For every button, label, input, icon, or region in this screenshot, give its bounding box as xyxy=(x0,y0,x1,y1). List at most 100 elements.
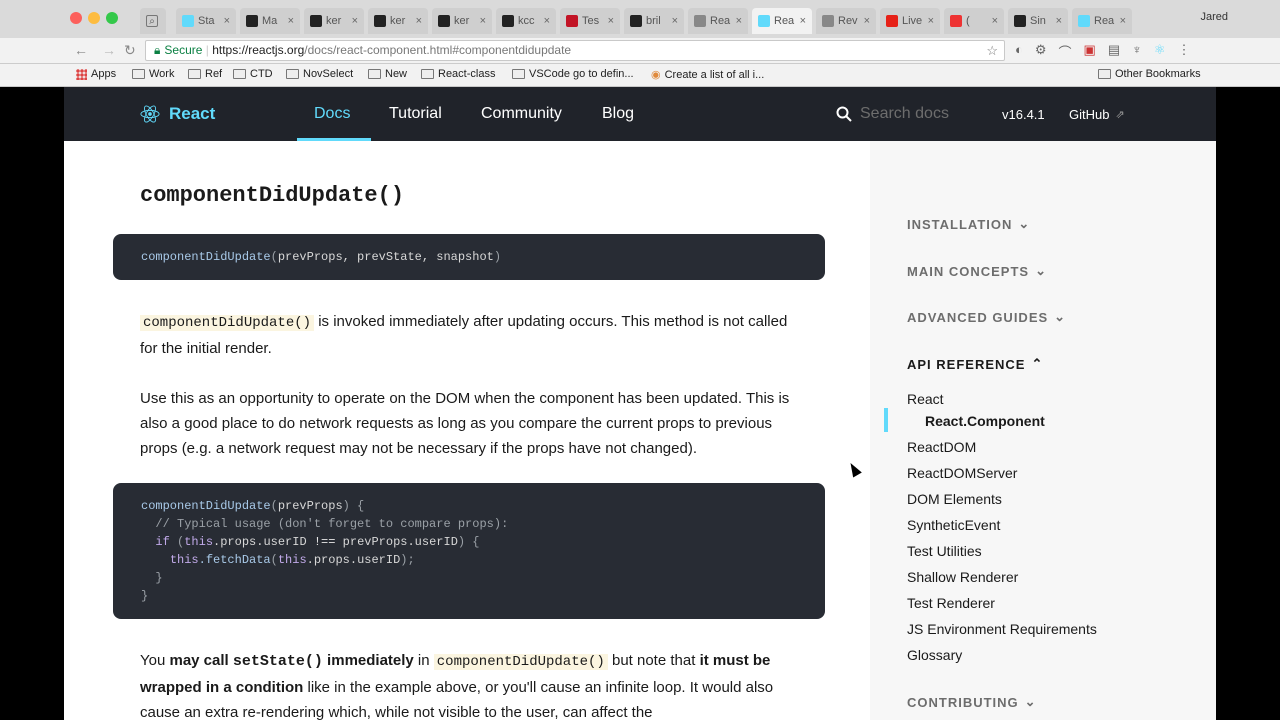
nav-blog[interactable]: Blog xyxy=(602,105,634,123)
docs-search[interactable]: Search docs xyxy=(836,105,949,123)
browser-tab[interactable]: ker × xyxy=(304,8,364,34)
sidebar-item-react[interactable]: React xyxy=(907,391,944,407)
browser-tab[interactable]: Rea × xyxy=(752,8,812,34)
sidebar-section-installation[interactable]: INSTALLATION ⌄ xyxy=(907,216,1030,232)
bookmark-item[interactable]: Ref xyxy=(188,68,222,80)
external-link-icon: ⇗ xyxy=(1115,109,1125,121)
minimize-window-icon[interactable] xyxy=(88,12,100,24)
browser-tab[interactable]: Rea × xyxy=(1072,8,1132,34)
reload-icon[interactable]: ↻ xyxy=(124,42,136,59)
bookmark-item[interactable]: New xyxy=(368,68,407,80)
back-icon[interactable]: ← xyxy=(74,42,88,58)
close-tab-icon[interactable]: × xyxy=(672,15,678,27)
bookmark-item[interactable]: ◉ Create a list of all i... xyxy=(651,68,765,82)
browser-tab[interactable]: ker × xyxy=(368,8,428,34)
tab-title: Ma xyxy=(262,15,278,27)
bookmark-item[interactable]: Work xyxy=(132,68,174,80)
nav-tutorial[interactable]: Tutorial xyxy=(389,105,442,123)
forward-icon[interactable]: → xyxy=(102,42,116,58)
browser-tab[interactable]: kcc × xyxy=(496,8,556,34)
sidebar-item-syntheticevent[interactable]: SyntheticEvent xyxy=(907,517,1000,533)
bookmark-label: Ref xyxy=(205,68,223,80)
menu-kebab-icon[interactable]: ⋮ xyxy=(1178,42,1191,61)
bookmark-label: React-class xyxy=(438,68,496,80)
code-arg: prevProps xyxy=(277,499,343,513)
address-bar[interactable]: 🔒︎ Secure | https://reactjs.org/docs/reac… xyxy=(145,40,1005,61)
close-tab-icon[interactable]: × xyxy=(480,15,486,27)
browser-tab[interactable]: bril × xyxy=(624,8,684,34)
sidebar-section-main-concepts[interactable]: MAIN CONCEPTS ⌄ xyxy=(907,263,1047,279)
jest-icon xyxy=(566,15,578,27)
sidebar-item-test-utilities[interactable]: Test Utilities xyxy=(907,543,982,559)
bookmark-label: CTD xyxy=(250,68,273,80)
close-tab-icon[interactable]: × xyxy=(224,15,230,27)
pocket-extension-icon[interactable]: ◐ xyxy=(1015,42,1023,61)
text: but note that xyxy=(607,652,700,669)
bookmark-item[interactable]: Apps xyxy=(76,68,116,80)
sidebar-item-test-renderer[interactable]: Test Renderer xyxy=(907,595,995,611)
close-tab-icon[interactable]: × xyxy=(544,15,550,27)
close-tab-icon[interactable]: × xyxy=(608,15,614,27)
shield-extension-icon[interactable]: ▣ xyxy=(1084,42,1096,61)
react-logo-link[interactable]: React xyxy=(140,104,215,124)
sidebar-item-shallow-renderer[interactable]: Shallow Renderer xyxy=(907,569,1018,585)
bookmark-item[interactable]: CTD xyxy=(233,68,273,80)
close-tab-icon[interactable]: × xyxy=(1056,15,1062,27)
tree-extension-icon[interactable]: ♆ xyxy=(1132,42,1142,61)
browser-tab[interactable]: Rea × xyxy=(688,8,748,34)
bookmark-star-icon[interactable]: ☆ xyxy=(986,41,998,60)
other-bookmarks[interactable]: Other Bookmarks xyxy=(1098,68,1201,80)
browser-tab[interactable]: Rev × xyxy=(816,8,876,34)
close-window-icon[interactable] xyxy=(70,12,82,24)
paragraph-2: Use this as an opportunity to operate on… xyxy=(140,390,790,457)
browser-tab[interactable]: Sin × xyxy=(1008,8,1068,34)
tab-title: ker xyxy=(454,15,470,27)
browser-tab[interactable]: ker × xyxy=(432,8,492,34)
nav-community[interactable]: Community xyxy=(481,105,562,123)
browser-tab[interactable]: (× xyxy=(944,8,1004,34)
close-tab-icon[interactable]: × xyxy=(800,15,806,27)
bookmark-item[interactable]: React-class xyxy=(421,68,495,80)
sidebar-item-dom-elements[interactable]: DOM Elements xyxy=(907,491,1002,507)
sidebar-item-js-environment[interactable]: JS Environment Requirements xyxy=(907,621,1097,637)
sidebar-section-api-reference[interactable]: API REFERENCE ⌃ xyxy=(907,356,1043,372)
github-link[interactable]: GitHub ⇗ xyxy=(1069,107,1125,122)
rainbow-extension-icon[interactable]: ⌒ xyxy=(1059,42,1072,61)
close-tab-icon[interactable]: × xyxy=(736,15,742,27)
extension-icons: ◐ ⚙ ⌒ ▣ ▤ ♆ ⚛ ⋮ xyxy=(1015,42,1191,61)
close-tab-icon[interactable]: × xyxy=(864,15,870,27)
sidebar-item-react-component[interactable]: React.Component xyxy=(925,413,1045,429)
browser-tab[interactable]: Ma × xyxy=(240,8,300,34)
bookmark-item[interactable]: NovSelect xyxy=(286,68,353,80)
sidebar-item-reactdomserver[interactable]: ReactDOMServer xyxy=(907,465,1017,481)
settings-extension-icon[interactable]: ⚙ xyxy=(1035,42,1047,61)
close-tab-icon[interactable]: × xyxy=(992,15,998,27)
browser-tab[interactable]: Tes × xyxy=(560,8,620,34)
sidebar-section-advanced-guides[interactable]: ADVANCED GUIDES ⌄ xyxy=(907,309,1066,325)
sidebar-section-contributing[interactable]: CONTRIBUTING ⌄ xyxy=(907,694,1037,710)
search-tab-icon[interactable]: ⌕ xyxy=(140,8,166,34)
close-tab-icon[interactable]: × xyxy=(288,15,294,27)
bookmark-label: Create a list of all i... xyxy=(664,68,765,81)
react-devtools-icon[interactable]: ⚛ xyxy=(1154,42,1166,61)
close-tab-icon[interactable]: × xyxy=(352,15,358,27)
bookmark-item[interactable]: VSCode go to defin... xyxy=(512,68,634,80)
version-link[interactable]: v16.4.1 xyxy=(1002,107,1045,122)
close-tab-icon[interactable]: × xyxy=(1120,15,1126,27)
paragraph-3: You may call setState() immediately in c… xyxy=(140,648,800,720)
browser-tab[interactable]: Live × xyxy=(880,8,940,34)
profile-name[interactable]: Jared xyxy=(1200,11,1228,23)
bookmark-label: Apps xyxy=(91,68,117,80)
section-heading: componentDidUpdate() xyxy=(140,183,405,208)
page-extension-icon[interactable]: ▤ xyxy=(1108,42,1120,61)
bookmark-label: VSCode go to defin... xyxy=(529,68,634,80)
code-prop: .props.userID xyxy=(213,535,307,549)
close-tab-icon[interactable]: × xyxy=(416,15,422,27)
nav-docs[interactable]: Docs xyxy=(314,105,350,123)
sidebar-item-glossary[interactable]: Glossary xyxy=(907,647,962,663)
maximize-window-icon[interactable] xyxy=(106,12,118,24)
close-tab-icon[interactable]: × xyxy=(928,15,934,27)
code-prop: .props.userID xyxy=(306,553,401,567)
sidebar-item-reactdom[interactable]: ReactDOM xyxy=(907,439,976,455)
browser-tab[interactable]: Sta × xyxy=(176,8,236,34)
